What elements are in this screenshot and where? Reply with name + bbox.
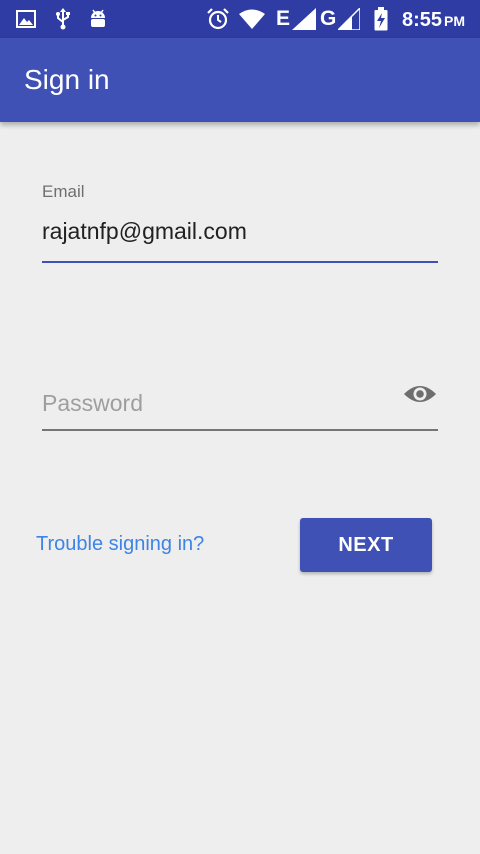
- battery-charging-icon: [374, 7, 388, 31]
- wifi-icon: [238, 8, 266, 30]
- signal-icon: [338, 8, 360, 30]
- password-underline: [42, 429, 438, 431]
- status-time-value: 8:55: [402, 9, 443, 31]
- network-type-e: E: [276, 7, 291, 30]
- show-password-toggle[interactable]: [400, 380, 440, 412]
- email-field[interactable]: [42, 214, 438, 248]
- app-bar: Sign in: [0, 38, 480, 122]
- usb-icon: [54, 8, 72, 30]
- page-title: Sign in: [24, 64, 110, 95]
- android-debug-icon: [88, 8, 108, 30]
- alarm-icon: [206, 8, 230, 30]
- password-field[interactable]: [42, 386, 392, 420]
- status-time-ampm: PM: [444, 13, 466, 29]
- network-type-g: G: [320, 7, 337, 30]
- next-button[interactable]: NEXT: [300, 518, 432, 572]
- trouble-signing-in-link[interactable]: Trouble signing in?: [36, 533, 204, 556]
- signal-icon: [292, 8, 316, 30]
- email-label: Email: [42, 182, 85, 201]
- gallery-icon: [16, 8, 36, 30]
- eye-icon: [403, 382, 437, 411]
- status-bar: E G 8:55 PM: [0, 0, 480, 38]
- email-underline: [42, 261, 438, 263]
- status-time: 8:55 PM: [402, 8, 465, 33]
